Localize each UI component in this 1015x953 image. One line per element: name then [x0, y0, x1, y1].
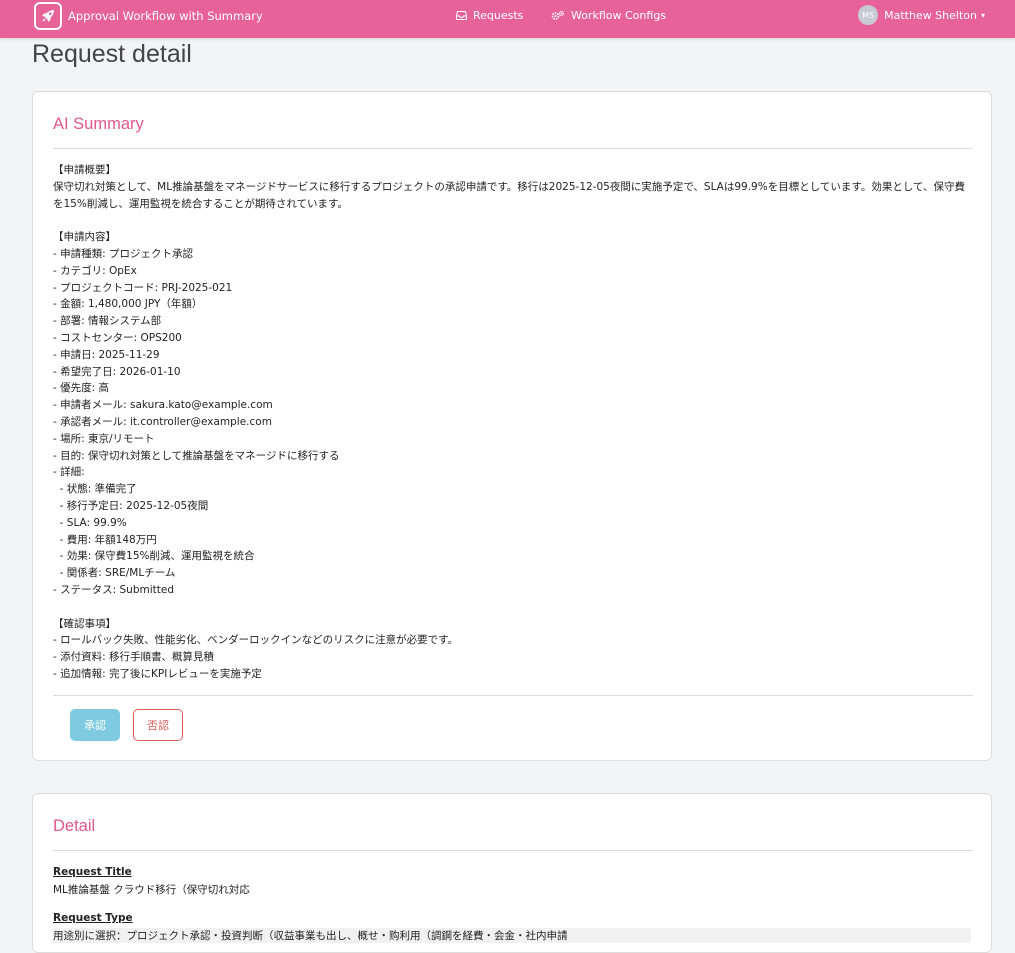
request-type-label: Request Type [53, 912, 133, 924]
nav-requests[interactable]: Requests [456, 9, 523, 22]
brand-name: Approval Workflow with Summary [68, 9, 263, 23]
summary-line: - 希望完了日: 2026-01-10 [53, 365, 181, 378]
summary-line: - 詳細: [53, 466, 85, 479]
request-title-value: ML推論基盤 クラウド移行（保守切れ対応 [53, 884, 250, 896]
divider [53, 850, 973, 851]
chevron-down-icon: ▾ [980, 10, 985, 20]
summary-line: - SLA: 99.9% [53, 516, 127, 529]
divider [53, 695, 973, 696]
user-menu[interactable]: MS Matthew Shelton ▾ [858, 5, 985, 25]
summary-line: 【申請概要】 [53, 164, 116, 176]
summary-line: - ロールバック失敗、性能劣化、ベンダーロックインなどのリスクに注意が必要です。 [53, 634, 459, 647]
summary-line: 【申請内容】 [53, 231, 116, 244]
nav-workflow-configs[interactable]: Workflow Configs [551, 9, 666, 22]
summary-line: - 移行予定日: 2025-12-05夜間 [53, 499, 209, 512]
avatar: MS [858, 5, 879, 25]
summary-line: 保守切れ対策として、ML推論基盤をマネージドサービスに移行するプロジェクトの承認… [53, 180, 965, 210]
page-title: Request detail [32, 40, 192, 68]
inbox-icon [456, 11, 467, 20]
top-navbar: Approval Workflow with Summary Requests … [0, 0, 1015, 38]
ai-summary-card: AI Summary 【申請概要】 保守切れ対策として、ML推論基盤をマネージド… [32, 91, 992, 761]
request-title-label: Request Title [53, 866, 132, 878]
summary-line: - 申請種類: プロジェクト承認 [53, 247, 194, 260]
brand-link[interactable]: Approval Workflow with Summary [34, 2, 263, 30]
summary-line: - 費用: 年額148万円 [53, 533, 157, 546]
divider [53, 148, 973, 149]
summary-line: - 効果: 保守費15%削減、運用監視を統合 [53, 550, 255, 563]
ai-summary-title: AI Summary [53, 115, 144, 133]
nav-requests-label: Requests [473, 9, 524, 22]
summary-line [53, 599, 971, 616]
summary-line: - 優先度: 高 [53, 382, 110, 395]
approve-button[interactable]: 承認 [70, 709, 120, 741]
summary-line: - 関係者: SRE/MLチーム [53, 567, 176, 580]
summary-line: - ステータス: Submitted [53, 583, 174, 596]
summary-line: - 承認者メール: it.controller@example.com [53, 415, 272, 428]
summary-line: - カテゴリ: OpEx [53, 264, 137, 277]
summary-line: - 目的: 保守切れ対策として推論基盤をマネージドに移行する [53, 449, 340, 462]
nav-workflow-configs-label: Workflow Configs [571, 9, 667, 22]
detail-card: Detail Request Title ML推論基盤 クラウド移行（保守切れ対… [32, 793, 992, 953]
summary-line: - 添付資料: 移行手順書、概算見積 [53, 651, 215, 664]
summary-line: - 申請日: 2025-11-29 [53, 348, 160, 361]
summary-line: - 部署: 情報システム部 [53, 315, 162, 328]
gears-icon [551, 10, 565, 20]
user-name: Matthew Shelton [884, 8, 977, 22]
rocket-icon [34, 2, 62, 30]
reject-button[interactable]: 否認 [133, 709, 183, 741]
summary-line: - コストセンター: OPS200 [53, 331, 182, 344]
summary-line: - 状態: 準備完了 [53, 483, 137, 496]
summary-line: - 場所: 東京/リモート [53, 432, 155, 445]
summary-line: - プロジェクトコード: PRJ-2025-021 [53, 281, 233, 294]
ai-summary-text: 【申請概要】 保守切れ対策として、ML推論基盤をマネージドサービスに移行するプロ… [53, 162, 971, 683]
detail-title: Detail [53, 817, 96, 835]
summary-line: - 申請者メール: sakura.kato@example.com [53, 399, 273, 412]
summary-line: - 金額: 1,480,000 JPY（年額） [53, 298, 203, 311]
summary-line: - 追加情報: 完了後にKPIレビューを実施予定 [53, 667, 262, 680]
summary-line [53, 212, 971, 229]
summary-line: 【確認事項】 [53, 617, 116, 630]
request-type-value: 用途別に選択：プロジェクト承認・投資判断（収益事業も出し、概せ・购利用（調鋼を経… [53, 928, 971, 943]
